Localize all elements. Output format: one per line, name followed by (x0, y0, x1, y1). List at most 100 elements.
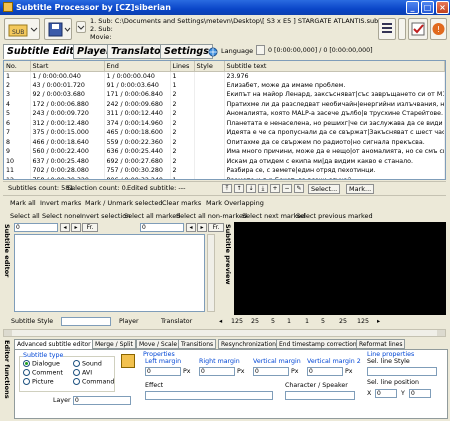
move-down-icon[interactable]: ↓ (246, 184, 256, 193)
tab-move-scale[interactable]: Move / Scale (136, 339, 181, 349)
prev-icon[interactable]: ◂ (186, 223, 196, 232)
delete-icon[interactable]: − (282, 184, 292, 193)
move-up-icon[interactable]: ↑ (234, 184, 244, 193)
column-header[interactable]: Style (194, 61, 225, 72)
x-input[interactable]: 0 (375, 389, 397, 398)
next-icon[interactable]: ▸ (71, 223, 81, 232)
right-margin-input[interactable]: 0 (199, 367, 235, 376)
character-input[interactable] (285, 391, 355, 400)
table-row[interactable]: 6 312 / 0:00:12.480 374 / 0:00:14.960 2 План… (4, 118, 445, 128)
y-input[interactable]: 0 (409, 389, 431, 398)
next-icon[interactable]: ▸ (197, 223, 207, 232)
column-header[interactable]: End (104, 61, 171, 72)
nav-forward-125[interactable]: 125 (357, 318, 369, 325)
mark-overlapping-button[interactable]: Mark Overlapping (206, 199, 264, 207)
end-time-input[interactable]: 0 (140, 223, 184, 232)
column-header[interactable]: Lines (170, 61, 195, 72)
language-label[interactable]: Language (221, 47, 253, 55)
nav-forward-5[interactable]: 5 (321, 318, 325, 325)
column-header[interactable]: No. (4, 61, 31, 72)
nav-back-icon[interactable]: ◂ (219, 318, 222, 325)
subtitle-grid[interactable]: No. Start End Lines Style Subtitle text … (3, 60, 446, 180)
tab-transitions[interactable]: Transitions (178, 339, 217, 349)
column-header[interactable]: Subtitle text (224, 61, 445, 72)
invert-selection-button[interactable]: Invert selection (80, 212, 130, 220)
table-row[interactable]: 4 172 / 0:00:06.880 242 / 0:00:09.680 2 Прат… (4, 99, 445, 109)
nav-forward-25[interactable]: 25 (339, 318, 347, 325)
column-header[interactable]: Start (30, 61, 105, 72)
table-row[interactable]: 2 43 / 0:00:01.720 91 / 0:00:03.640 1 Елизаб… (4, 80, 445, 90)
sel-line-style-select[interactable] (367, 367, 437, 376)
nav-back-5[interactable]: 5 (271, 318, 275, 325)
mark-unmark-selected-button[interactable]: Mark / Unmark selected (85, 199, 162, 207)
tab-resynchronization[interactable]: Resynchronization (218, 339, 279, 349)
list-menu-arrow[interactable] (398, 18, 406, 40)
select-none-button[interactable]: Select none (42, 212, 80, 220)
maximize-button[interactable]: □ (421, 1, 434, 14)
time-button[interactable] (256, 45, 265, 55)
prev-icon[interactable]: ◂ (60, 223, 70, 232)
translator-button[interactable]: Translator (161, 318, 192, 325)
vertical-margin2-input[interactable]: 0 (307, 367, 343, 376)
table-row[interactable]: 11 / 0:00:00.040 1 / 0:00:00.040 1 23.976 (4, 71, 445, 81)
close-button[interactable]: × (436, 1, 449, 14)
nav-forward-icon[interactable]: ▸ (377, 318, 380, 325)
list-view-button[interactable] (378, 18, 396, 40)
select-previous-marked-button[interactable]: Select previous marked (296, 212, 373, 220)
tab-end-timestamp[interactable]: End timestamp corrections (276, 339, 363, 349)
dropdown-arrow-icon[interactable] (76, 21, 86, 33)
table-row[interactable]: 5 243 / 0:00:09.720 311 / 0:00:12.440 2 Аном… (4, 109, 445, 119)
radio-comment[interactable]: Comment (23, 369, 63, 377)
select-all-marked-button[interactable]: Select all marked (124, 212, 180, 220)
select-dropdown[interactable]: Select... (308, 184, 341, 194)
text-scrollbar[interactable] (207, 234, 215, 312)
horizontal-scrollbar[interactable] (3, 329, 446, 337)
scroll-left-icon[interactable] (4, 330, 12, 336)
tab-settings[interactable]: Settings (160, 44, 213, 59)
player-button[interactable]: Player (119, 318, 139, 325)
open-subtitle-button[interactable]: SUB (4, 18, 40, 40)
radio-avi[interactable]: AVI (73, 369, 92, 377)
language-icon[interactable] (208, 47, 218, 59)
check-button[interactable] (408, 18, 428, 40)
table-row[interactable]: 12758 / 0:00:30.320806 / 0:00:32.2401 Взе… (4, 175, 445, 179)
select-all-button[interactable]: Select all (10, 212, 40, 220)
nav-forward-1[interactable]: 1 (305, 318, 309, 325)
scroll-right-icon[interactable] (437, 330, 445, 336)
radio-picture[interactable]: Picture (23, 378, 54, 386)
layer-input[interactable]: 0 (73, 396, 131, 405)
start-time-input[interactable]: 0 (14, 223, 58, 232)
tab-advanced-editor[interactable]: Advanced subtitle editor (14, 339, 94, 349)
table-row[interactable]: 11 702 / 0:00:28.080 757 / 0:00:30.280 2 Раз… (4, 166, 445, 176)
nav-back-1[interactable]: 1 (287, 318, 291, 325)
vertical-margin-input[interactable]: 0 (253, 367, 289, 376)
move-bottom-icon[interactable]: ⤓ (258, 184, 268, 193)
select-all-non-marked-button[interactable]: Select all non-marked (176, 212, 247, 220)
edit-icon[interactable]: ✎ (294, 184, 304, 193)
info-button[interactable]: ! (430, 18, 447, 40)
radio-sound[interactable]: Sound (73, 360, 102, 368)
tab-merge-split[interactable]: Merge / Split (92, 339, 136, 349)
fr-button[interactable]: Fr. (82, 223, 98, 232)
clear-marks-button[interactable]: Clear marks (162, 199, 201, 207)
insert-icon[interactable]: + (270, 184, 280, 193)
left-margin-input[interactable]: 0 (145, 367, 181, 376)
subtitle-text-area[interactable] (14, 234, 205, 312)
save-button[interactable] (44, 18, 72, 40)
table-row[interactable]: 8 466 / 0:00:18.640 559 / 0:00:22.360 2 Опит… (4, 137, 445, 147)
mark-dropdown[interactable]: Mark... (346, 184, 375, 194)
table-row[interactable]: 7 375 / 0:00:15.000 465 / 0:00:18.600 2 Идея… (4, 128, 445, 138)
effect-input[interactable] (145, 391, 273, 400)
picture-browse-icon[interactable] (121, 354, 135, 368)
nav-back-125[interactable]: 125 (231, 318, 243, 325)
mark-all-button[interactable]: Mark all (10, 199, 36, 207)
fr-button[interactable]: Fr. (208, 223, 224, 232)
minimize-button[interactable]: _ (406, 1, 419, 14)
tab-reformat-lines[interactable]: Reformat lines (356, 339, 406, 349)
table-row[interactable]: 3 92 / 0:00:03.680 171 / 0:00:06.840 2 Екипъ… (4, 90, 445, 100)
invert-marks-button[interactable]: Invert marks (40, 199, 81, 207)
radio-command[interactable]: Command (73, 378, 114, 386)
nav-back-25[interactable]: 25 (251, 318, 259, 325)
move-top-icon[interactable]: ⤒ (222, 184, 232, 193)
radio-dialogue[interactable]: Dialogue (23, 360, 60, 368)
